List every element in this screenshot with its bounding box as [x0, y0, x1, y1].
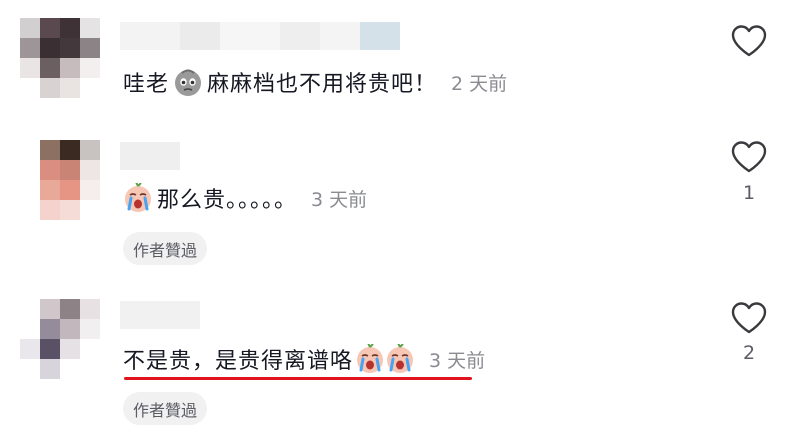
comment-timestamp: 3 天前: [311, 188, 368, 211]
highlight-underline: [124, 377, 472, 380]
comment-item: 那么贵。。。。。 3 天前 作者贊過 1: [0, 122, 800, 282]
crying-face-emoji: [355, 342, 385, 374]
comment-text: 那么贵。。。。。: [157, 188, 298, 213]
crying-face-emoji: [123, 181, 153, 213]
crying-face-emoji: [385, 342, 415, 374]
heart-outline-icon[interactable]: [730, 140, 768, 174]
like-count: 1: [742, 182, 756, 204]
comment-body: 不是贵，是贵得离谱咯 3 天前: [123, 342, 486, 375]
username[interactable]: [120, 22, 400, 50]
comment-body: 那么贵。。。。。 3 天前: [123, 181, 368, 214]
heart-outline-icon[interactable]: [730, 301, 768, 335]
author-liked-badge: 作者贊過: [123, 232, 208, 265]
like-count: 2: [742, 342, 756, 364]
comment-item: 不是贵，是贵得离谱咯 3 天前 作者贊過 2: [0, 283, 800, 436]
pleading-face-emoji: [173, 67, 203, 97]
avatar[interactable]: [20, 18, 100, 98]
comment-timestamp: 3 天前: [429, 349, 486, 372]
avatar[interactable]: [20, 299, 100, 379]
comment-body: 哇老 麻麻档也不用将贵吧！ 2 天前: [123, 66, 507, 98]
comment-timestamp: 2 天前: [451, 72, 508, 95]
comment-item: 哇老 麻麻档也不用将贵吧！ 2 天前: [0, 0, 800, 120]
comment-text: 不是贵，是贵得离谱咯: [123, 349, 354, 374]
comment-text: 麻麻档也不用将贵吧！: [207, 72, 438, 97]
avatar[interactable]: [20, 140, 100, 220]
username[interactable]: [120, 301, 200, 329]
comment-text: 哇老: [123, 72, 170, 97]
username[interactable]: [120, 142, 180, 170]
heart-outline-icon[interactable]: [730, 24, 768, 58]
author-liked-badge: 作者贊過: [123, 392, 208, 425]
